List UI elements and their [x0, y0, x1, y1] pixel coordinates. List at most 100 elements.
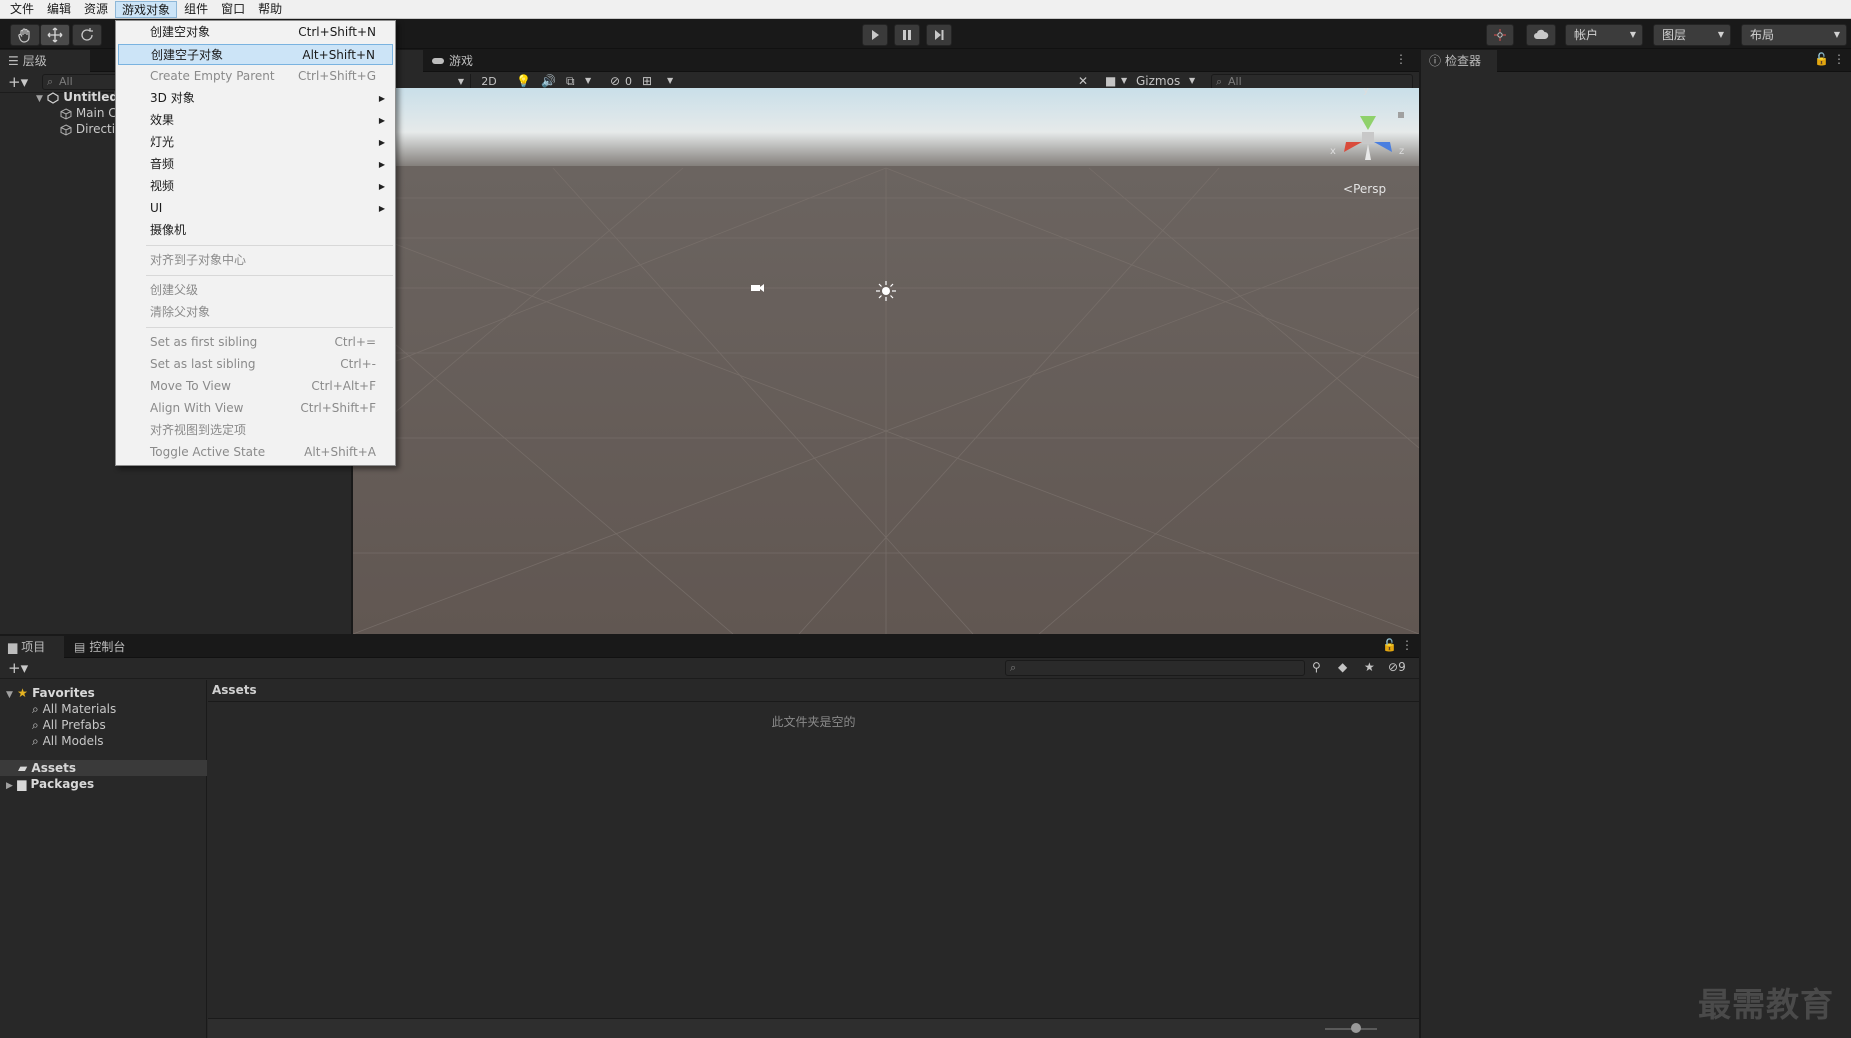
favorite-all-prefabs[interactable]: ⌕ All Prefabs — [32, 717, 106, 733]
more-options-icon[interactable]: ⋮ — [1395, 52, 1407, 66]
menu-item-3d-object[interactable]: 3D 对象 ▶ — [118, 88, 393, 109]
assets-folder-item[interactable]: ▰ Assets — [0, 760, 207, 776]
cloud-button[interactable] — [1526, 24, 1556, 46]
menu-window[interactable]: 窗口 — [215, 1, 251, 18]
layout-dropdown[interactable]: 布局 ▼ — [1741, 24, 1847, 46]
menu-item-create-empty-parent[interactable]: Create Empty Parent Ctrl+Shift+G — [118, 66, 393, 87]
more-options-icon[interactable]: ⋮ — [1833, 52, 1845, 66]
favorite-all-models[interactable]: ⌕ All Models — [32, 733, 104, 749]
sun-light-gizmo-icon[interactable] — [876, 281, 896, 301]
persp-toggle[interactable]: <Persp — [1343, 182, 1386, 196]
collab-button[interactable] — [1486, 24, 1514, 46]
step-button[interactable] — [926, 24, 952, 46]
scene-viewport[interactable]: y x z <Persp — [353, 88, 1419, 634]
search-by-type-icon[interactable]: ⚲ — [1312, 660, 1321, 674]
menu-item-align-with-view[interactable]: Align With View Ctrl+Shift+F — [118, 398, 393, 419]
menu-item-center-on-children[interactable]: 对齐到子对象中心 — [118, 250, 393, 271]
menu-item-label: Set as first sibling — [150, 335, 258, 349]
chevron-down-icon[interactable]: ▼ — [667, 76, 673, 85]
menu-item-camera[interactable]: 摄像机 — [118, 220, 393, 241]
hidden-objects-icon[interactable]: ⊘ — [610, 74, 620, 88]
more-options-icon[interactable]: ⋮ — [1401, 638, 1413, 652]
axis-x-label: x — [1330, 146, 1336, 157]
menu-edit[interactable]: 编辑 — [41, 1, 77, 18]
create-button[interactable]: +▾ — [8, 659, 28, 677]
icon-size-slider-handle[interactable] — [1351, 1023, 1361, 1033]
add-button[interactable]: +▾ — [8, 73, 28, 91]
menu-item-shortcut: Ctrl+Shift+G — [297, 69, 376, 83]
menu-item-create-empty[interactable]: 创建空对象 Ctrl+Shift+N — [118, 22, 393, 43]
play-button[interactable] — [862, 24, 888, 46]
list-icon: ☰ — [8, 54, 19, 68]
menu-item-ui[interactable]: UI ▶ — [118, 198, 393, 219]
menu-item-label: Set as last sibling — [150, 357, 256, 371]
search-icon: ⌕ — [32, 702, 39, 716]
chevron-down-icon[interactable]: ▼ — [1189, 76, 1195, 85]
search-by-label-icon[interactable]: ◆ — [1338, 660, 1347, 674]
chevron-down-icon[interactable]: ▼ — [585, 76, 591, 85]
menu-item-align-view-to-selected[interactable]: 对齐视图到选定项 — [118, 420, 393, 441]
packages-label: Packages — [30, 777, 95, 791]
inspector-panel: ⓘ 检查器 🔓 ⋮ — [1421, 50, 1851, 1038]
hand-tool-button[interactable] — [10, 24, 40, 46]
grid-toggle-icon[interactable]: ⊞ — [642, 74, 652, 88]
tab-project[interactable]: ▆ 项目 — [0, 636, 64, 658]
menu-item-shortcut: Ctrl+Shift+F — [300, 401, 376, 415]
favorites-item[interactable]: ▼ ★ Favorites — [6, 685, 95, 701]
rotate-tool-button[interactable] — [72, 24, 102, 46]
menu-item-clear-parent[interactable]: 清除父对象 — [118, 302, 393, 323]
menu-assets[interactable]: 资源 — [78, 1, 114, 18]
info-icon: ⓘ — [1429, 54, 1442, 68]
menu-file[interactable]: 文件 — [4, 1, 40, 18]
account-dropdown[interactable]: 帐户 ▼ — [1565, 24, 1643, 46]
audio-toggle-icon[interactable]: 🔊 — [541, 74, 556, 88]
menu-item-audio[interactable]: 音频 ▶ — [118, 154, 393, 175]
camera-icon[interactable]: ■ — [1105, 74, 1116, 88]
search-icon: ⌕ — [1216, 75, 1223, 88]
move-arrows-icon — [47, 27, 63, 43]
tab-game[interactable]: 游戏 — [423, 50, 493, 72]
menu-item-video[interactable]: 视频 ▶ — [118, 176, 393, 197]
move-tool-button[interactable] — [40, 24, 70, 46]
cloud-icon — [1534, 29, 1549, 39]
tab-console[interactable]: ▤ 控制台 — [66, 636, 146, 658]
lock-icon[interactable]: 🔓 — [1814, 52, 1829, 66]
effects-toggle-icon[interactable]: ⧉ — [566, 74, 575, 89]
menu-component[interactable]: 组件 — [178, 1, 214, 18]
hidden-packages-toggle[interactable]: ⊘9 — [1388, 660, 1406, 674]
menu-item-light[interactable]: 灯光 ▶ — [118, 132, 393, 153]
breadcrumb-assets[interactable]: Assets — [212, 683, 257, 697]
search-icon: ⌕ — [47, 75, 54, 88]
tools-icon[interactable]: ✕ — [1078, 74, 1088, 88]
menu-item-label: 视频 — [150, 179, 175, 193]
menu-item-toggle-active-state[interactable]: Toggle Active State Alt+Shift+A — [118, 442, 393, 463]
layers-dropdown[interactable]: 图层 ▼ — [1653, 24, 1731, 46]
menu-help[interactable]: 帮助 — [252, 1, 288, 18]
search-placeholder: All — [59, 75, 73, 88]
menu-item-move-to-view[interactable]: Move To View Ctrl+Alt+F — [118, 376, 393, 397]
chevron-down-icon[interactable]: ▼ — [1121, 76, 1127, 85]
pause-button[interactable] — [894, 24, 920, 46]
menu-item-set-first-sibling[interactable]: Set as first sibling Ctrl+= — [118, 332, 393, 353]
search-placeholder: All — [1228, 75, 1242, 88]
packages-folder-item[interactable]: ▶ ▆ Packages — [6, 776, 94, 792]
project-search-input[interactable]: ⌕ — [1005, 660, 1305, 676]
menu-item-make-parent[interactable]: 创建父级 — [118, 280, 393, 301]
menu-item-set-last-sibling[interactable]: Set as last sibling Ctrl+- — [118, 354, 393, 375]
menu-item-label: 效果 — [150, 113, 175, 127]
menu-gameobject[interactable]: 游戏对象 — [115, 0, 178, 18]
favorite-star-icon[interactable]: ★ — [1364, 660, 1375, 674]
menu-item-effects[interactable]: 效果 ▶ — [118, 110, 393, 131]
gameobject-cube-icon — [60, 123, 72, 136]
project-toolbar: +▾ ⌕ ⚲ ◆ ★ ⊘9 — [0, 658, 1419, 679]
favorite-all-materials[interactable]: ⌕ All Materials — [32, 701, 116, 717]
menu-item-label: 对齐到子对象中心 — [150, 253, 247, 267]
scene-name: Untitled — [63, 90, 119, 104]
gizmos-dropdown[interactable]: Gizmos — [1136, 74, 1180, 88]
lock-icon[interactable]: 🔓 — [1382, 638, 1397, 652]
menu-item-create-empty-child[interactable]: 创建空子对象 Alt+Shift+N — [118, 44, 393, 65]
gameobject-cube-icon — [60, 107, 72, 120]
tab-inspector[interactable]: ⓘ 检查器 — [1421, 50, 1497, 72]
tab-hierarchy[interactable]: ☰ 层级 — [0, 50, 90, 72]
lighting-toggle-icon[interactable]: 💡 — [516, 74, 531, 88]
